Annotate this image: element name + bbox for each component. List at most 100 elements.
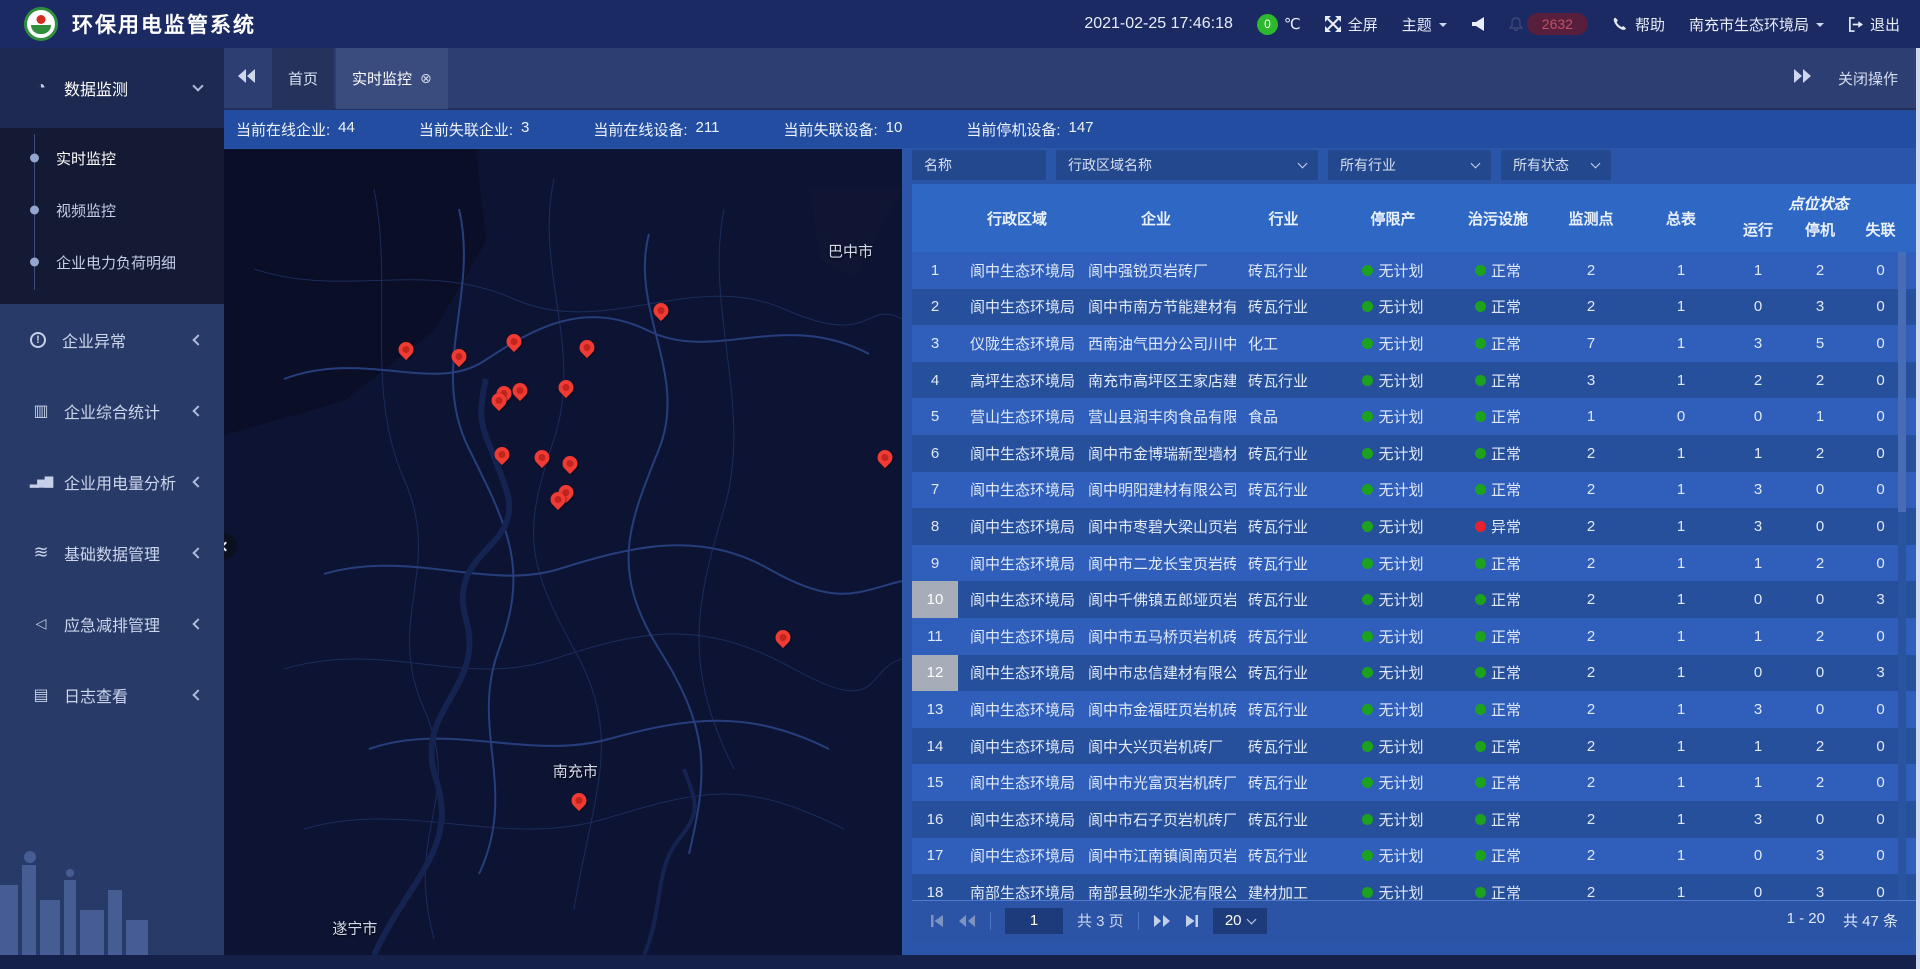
table-row[interactable]: 8 阆中生态环境局 阆中市枣碧大梁山页岩 砖瓦行业 无计划 异常 2 — [912, 508, 1916, 545]
sidebar-item-data-monitoring[interactable]: ◔ 数据监测 — [0, 48, 224, 128]
region-select[interactable]: 行政区域名称 — [1056, 150, 1318, 180]
fullscreen-button[interactable]: 全屏 — [1325, 14, 1378, 35]
cell-facility: 正常 — [1455, 362, 1541, 399]
sidebar-nav: ◔ 数据监测 实时监控 视频监控 企业电力负荷明细 企业异常 — [0, 48, 224, 955]
table-row[interactable]: 7 阆中生态环境局 阆中明阳建材有限公司 砖瓦行业 无计划 正常 2 — [912, 472, 1916, 509]
cell-row-number: 11 — [912, 618, 958, 655]
table-header: 行政区域 企业 行业 停限产 治污设施 监测点 总表 运行 停机 失联 点位状态 — [912, 184, 1916, 252]
stat-label: 当前停机设备: — [966, 119, 1060, 140]
status-dot-green — [1362, 521, 1373, 532]
cell-points: 2 — [1541, 435, 1641, 472]
table-row[interactable]: 15 阆中生态环境局 阆中市光富页岩机砖厂 砖瓦行业 无计划 正常 2 — [912, 764, 1916, 801]
table-row[interactable]: 16 阆中生态环境局 阆中市石子页岩机砖厂 砖瓦行业 无计划 正常 2 — [912, 801, 1916, 838]
cell-company: 阆中明阳建材有限公司 — [1076, 472, 1236, 509]
name-search-input[interactable]: 名称 — [912, 150, 1046, 180]
tab[interactable]: 首页 — [272, 47, 334, 109]
cell-region: 阆中生态环境局 — [958, 508, 1076, 545]
cell-run: 3 — [1721, 691, 1795, 728]
cell-industry: 砖瓦行业 — [1236, 289, 1331, 326]
first-page-button[interactable] — [930, 914, 944, 928]
help-button[interactable]: 帮助 — [1612, 14, 1665, 35]
sidebar-item[interactable]: 基础数据管理 — [0, 517, 224, 588]
log-icon — [30, 685, 52, 705]
exit-icon — [1848, 17, 1863, 32]
notification-area[interactable]: 2632 — [1509, 13, 1588, 35]
sound-toggle-button[interactable] — [1471, 16, 1485, 32]
table-row[interactable]: 13 阆中生态环境局 阆中市金福旺页岩机砖 砖瓦行业 无计划 正常 2 — [912, 691, 1916, 728]
user-dropdown[interactable]: 南充市生态环境局 — [1689, 14, 1824, 35]
cell-industry: 砖瓦行业 — [1236, 508, 1331, 545]
table-row[interactable]: 3 仪陇生态环境局 西南油气田分公司川中 化工 无计划 正常 7 — [912, 325, 1916, 362]
cell-meter: 1 — [1641, 618, 1721, 655]
cell-limit: 无计划 — [1331, 838, 1455, 875]
table-row[interactable]: 17 阆中生态环境局 阆中市江南镇阆南页岩 砖瓦行业 无计划 正常 2 — [912, 838, 1916, 875]
sidebar-item[interactable]: 应急减排管理 — [0, 588, 224, 659]
sidebar-subitem[interactable]: 视频监控 — [0, 184, 224, 236]
sidebar-item[interactable]: 企业异常 — [0, 304, 224, 375]
cell-stop: 2 — [1795, 435, 1845, 472]
table-row[interactable]: 9 阆中生态环境局 阆中市二龙长宝页岩砖 砖瓦行业 无计划 正常 2 — [912, 545, 1916, 582]
facility-status-dot — [1475, 594, 1486, 605]
facility-status-dot — [1475, 375, 1486, 386]
cell-meter: 1 — [1641, 764, 1721, 801]
facility-status-dot — [1475, 558, 1486, 569]
status-select[interactable]: 所有状态 — [1501, 150, 1611, 180]
page-scrollbar[interactable] — [1916, 48, 1920, 969]
prev-page-button[interactable] — [958, 914, 976, 928]
bell-icon — [1509, 17, 1523, 32]
table-row[interactable]: 4 高坪生态环境局 南充市高坪区王家店建 砖瓦行业 无计划 正常 3 — [912, 362, 1916, 399]
cell-row-number: 3 — [912, 325, 958, 362]
last-page-button[interactable] — [1185, 914, 1199, 928]
cell-row-number: 14 — [912, 728, 958, 765]
cell-region: 阆中生态环境局 — [958, 252, 1076, 289]
page-number-input[interactable]: 1 — [1005, 908, 1063, 934]
tab-close-icon[interactable]: ⊗ — [420, 70, 432, 87]
table-row[interactable]: 14 阆中生态环境局 阆中大兴页岩机砖厂 砖瓦行业 无计划 正常 2 — [912, 728, 1916, 765]
cell-stop: 2 — [1795, 362, 1845, 399]
map-panel[interactable]: 巴中市 南充市 遂宁市 — [224, 149, 902, 955]
tabs-scroll-left-button[interactable] — [238, 69, 256, 88]
status-dot-green — [1362, 631, 1373, 642]
tab[interactable]: 实时监控 ⊗ — [336, 47, 448, 109]
sidebar-item[interactable]: 企业综合统计 — [0, 375, 224, 446]
cell-meter: 1 — [1641, 874, 1721, 900]
status-dot-green — [1362, 777, 1373, 788]
close-operations-dropdown[interactable]: 关闭操作 — [1838, 68, 1898, 89]
next-page-button[interactable] — [1153, 914, 1171, 928]
table-row[interactable]: 10 阆中生态环境局 阆中千佛镇五郎垭页岩 砖瓦行业 无计划 正常 2 — [912, 581, 1916, 618]
theme-dropdown[interactable]: 主题 — [1402, 14, 1447, 35]
cell-company: 阆中市江南镇阆南页岩 — [1076, 838, 1236, 875]
page-size-select[interactable]: 20 — [1213, 908, 1267, 934]
tabs-scroll-right-button[interactable] — [1794, 69, 1812, 87]
table-row[interactable]: 1 阆中生态环境局 阆中强锐页岩砖厂 砖瓦行业 无计划 正常 2 — [912, 252, 1916, 289]
layers-icon — [30, 542, 52, 563]
cell-company: 南部县砌华水泥有限公 — [1076, 874, 1236, 900]
sidebar-subitem[interactable]: 企业电力负荷明细 — [0, 236, 224, 288]
sidebar-group-data-monitoring: ◔ 数据监测 实时监控 视频监控 企业电力负荷明细 — [0, 48, 224, 304]
table-scrollbar[interactable] — [1898, 252, 1906, 900]
cell-meter: 1 — [1641, 362, 1721, 399]
sidebar-subitem[interactable]: 实时监控 — [0, 132, 224, 184]
cell-points: 2 — [1541, 838, 1641, 875]
facility-status-dot — [1475, 338, 1486, 349]
status-dot-green — [1362, 594, 1373, 605]
sidebar-item[interactable]: 企业用电量分析 — [0, 446, 224, 517]
cell-industry: 砖瓦行业 — [1236, 618, 1331, 655]
cell-limit: 无计划 — [1331, 362, 1455, 399]
stat-item: 当前失联企业: 3 — [419, 119, 530, 140]
table-row[interactable]: 2 阆中生态环境局 阆中市南方节能建材有 砖瓦行业 无计划 正常 2 — [912, 289, 1916, 326]
sidebar-item[interactable]: 日志查看 — [0, 659, 224, 730]
table-row[interactable]: 5 营山生态环境局 营山县润丰肉食品有限 食品 无计划 正常 1 — [912, 398, 1916, 435]
status-dot-green — [1362, 338, 1373, 349]
cell-points: 2 — [1541, 472, 1641, 509]
table-scrollbar-thumb[interactable] — [1898, 252, 1906, 512]
industry-select[interactable]: 所有行业 — [1328, 150, 1491, 180]
table-row[interactable]: 11 阆中生态环境局 阆中市五马桥页岩机砖 砖瓦行业 无计划 正常 2 — [912, 618, 1916, 655]
table-row[interactable]: 6 阆中生态环境局 阆中市金博瑞新型墙材 砖瓦行业 无计划 正常 2 — [912, 435, 1916, 472]
logout-button[interactable]: 退出 — [1848, 14, 1900, 35]
stat-item: 当前失联设备: 10 — [783, 119, 902, 140]
table-row[interactable]: 12 阆中生态环境局 阆中市忠信建材有限公 砖瓦行业 无计划 正常 2 — [912, 655, 1916, 692]
cell-region: 阆中生态环境局 — [958, 618, 1076, 655]
table-row[interactable]: 18 南部生态环境局 南部县砌华水泥有限公 建材加工 无计划 正常 2 — [912, 874, 1916, 900]
cell-facility: 正常 — [1455, 728, 1541, 765]
